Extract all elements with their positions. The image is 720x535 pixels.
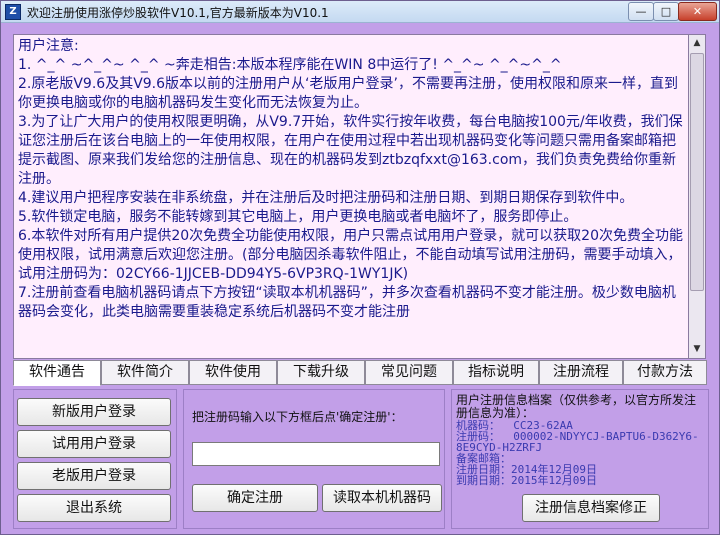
- registration-code-input[interactable]: [192, 442, 440, 466]
- tab-download[interactable]: 下载升级: [277, 360, 365, 385]
- tab-registration-flow[interactable]: 注册流程: [539, 360, 623, 385]
- tab-intro[interactable]: 软件简介: [101, 360, 189, 385]
- tab-usage[interactable]: 软件使用: [189, 360, 277, 385]
- window-title: 欢迎注册使用涨停炒股软件V10.1,官方最新版本为V10.1: [27, 6, 329, 20]
- archive-title: 用户注册信息档案（仅供参考，以官方所发注册信息为准）：: [456, 393, 697, 420]
- exit-button[interactable]: 退出系统: [17, 494, 171, 522]
- close-button[interactable]: ✕: [678, 2, 717, 21]
- scroll-thumb[interactable]: [690, 53, 704, 291]
- archive-panel: 用户注册信息档案（仅供参考，以官方所发注册信息为准）： 机器码： CC23-62…: [451, 389, 709, 529]
- scroll-up-icon[interactable]: ▲: [689, 35, 705, 52]
- archive-details: 机器码： CC23-62AA 注册码： 000002-NDYYCJ-BAPTU6…: [456, 419, 699, 487]
- old-user-login-button[interactable]: 老版用户登录: [17, 462, 171, 490]
- registration-panel: 把注册码输入以下方框后点'确定注册'： 确定注册 读取本机机器码: [183, 389, 445, 529]
- registration-label: 把注册码输入以下方框后点'确定注册'：: [192, 410, 403, 424]
- scroll-down-icon[interactable]: ▼: [689, 341, 705, 358]
- trial-user-login-button[interactable]: 试用用户登录: [17, 430, 171, 458]
- tab-payment[interactable]: 付款方法: [623, 360, 707, 385]
- tab-indicators[interactable]: 指标说明: [453, 360, 539, 385]
- new-user-login-button[interactable]: 新版用户登录: [17, 398, 171, 426]
- fix-archive-button[interactable]: 注册信息档案修正: [522, 494, 660, 522]
- title-bar[interactable]: Z 欢迎注册使用涨停炒股软件V10.1,官方最新版本为V10.1 — □ ✕: [1, 1, 719, 23]
- tab-bar: 软件通告 软件简介 软件使用 下载升级 常见问题 指标说明 注册流程 付款方法: [13, 360, 707, 386]
- notice-textarea[interactable]: 用户注意: 1. ^_^ ~^_^~ ^_^ ~奔走相告:本版本程序能在WIN …: [13, 34, 689, 359]
- main-window: Z 欢迎注册使用涨停炒股软件V10.1,官方最新版本为V10.1 — □ ✕ 用…: [0, 0, 720, 535]
- maximize-button[interactable]: □: [653, 2, 679, 21]
- notice-text: 用户注意: 1. ^_^ ~^_^~ ^_^ ~奔走相告:本版本程序能在WIN …: [18, 38, 683, 320]
- tab-faq[interactable]: 常见问题: [365, 360, 453, 385]
- minimize-button[interactable]: —: [628, 2, 654, 21]
- login-panel: 新版用户登录 试用用户登录 老版用户登录 退出系统: [13, 389, 177, 529]
- read-machine-code-button[interactable]: 读取本机机器码: [322, 484, 442, 512]
- confirm-registration-button[interactable]: 确定注册: [192, 484, 318, 512]
- app-logo-icon: Z: [5, 4, 21, 20]
- notice-scrollbar[interactable]: ▲ ▼: [689, 34, 706, 359]
- tab-notice[interactable]: 软件通告: [13, 360, 101, 386]
